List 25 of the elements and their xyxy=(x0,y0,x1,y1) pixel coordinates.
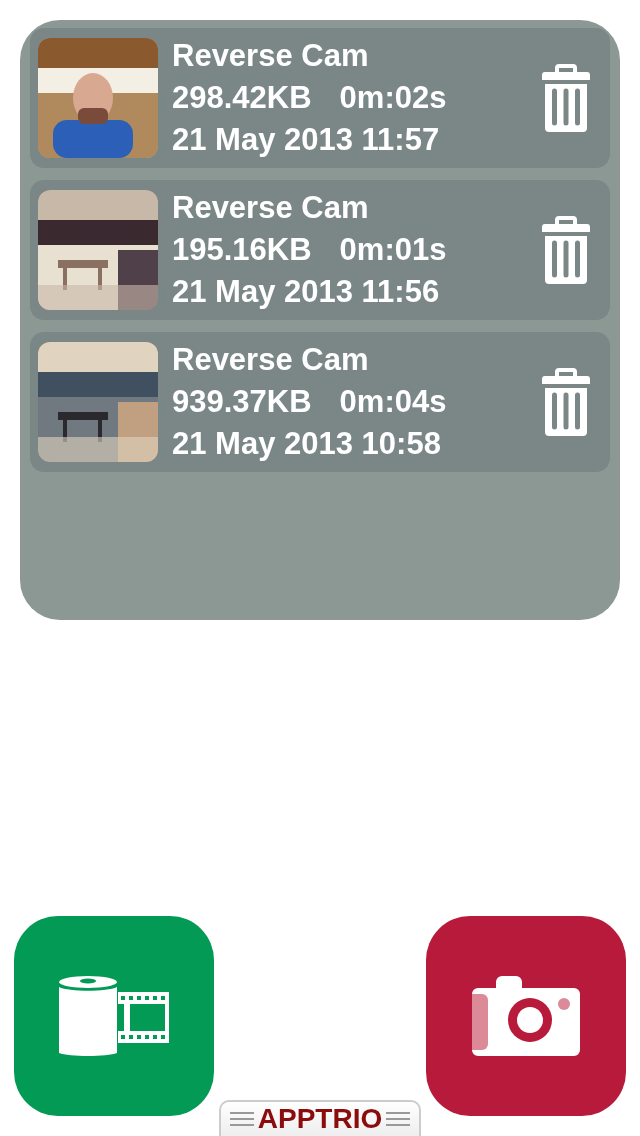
brand-logo: APPTRIO xyxy=(257,1103,383,1135)
recording-card[interactable]: Reverse Cam 298.42KB 0m:02s 21 May 2013 11:57 xyxy=(30,28,610,168)
film-roll-icon xyxy=(58,976,170,1056)
recording-date: 21 May 2013 11:56 xyxy=(172,273,441,311)
recording-date: 21 May 2013 11:57 xyxy=(172,121,441,159)
delete-icon[interactable] xyxy=(542,216,590,284)
lines-icon xyxy=(386,1112,411,1126)
delete-icon[interactable] xyxy=(542,368,590,436)
camera-icon xyxy=(472,976,580,1056)
lines-icon xyxy=(229,1112,254,1126)
camera-button[interactable] xyxy=(426,916,626,1116)
file-size: 195.16KB xyxy=(172,231,312,269)
recording-date: 21 May 2013 10:58 xyxy=(172,425,442,463)
file-size: 939.37KB xyxy=(172,383,312,421)
duration: 0m:01s xyxy=(339,231,447,269)
gallery-button[interactable] xyxy=(14,916,214,1116)
recording-card[interactable]: Reverse Cam 195.16KB 0m:01s 21 May 2013 11:56 xyxy=(30,180,610,320)
delete-icon[interactable] xyxy=(542,64,590,132)
recording-card[interactable]: Reverse Cam 939.37KB 0m:04s 21 May 2013 10:58 xyxy=(30,332,610,472)
duration: 0m:04s xyxy=(339,383,447,421)
file-size: 298.42KB xyxy=(172,79,312,117)
recording-title: Reverse Cam xyxy=(172,37,370,75)
recording-title: Reverse Cam xyxy=(172,189,370,227)
recording-title: Reverse Cam xyxy=(172,341,370,379)
duration: 0m:02s xyxy=(339,79,447,117)
